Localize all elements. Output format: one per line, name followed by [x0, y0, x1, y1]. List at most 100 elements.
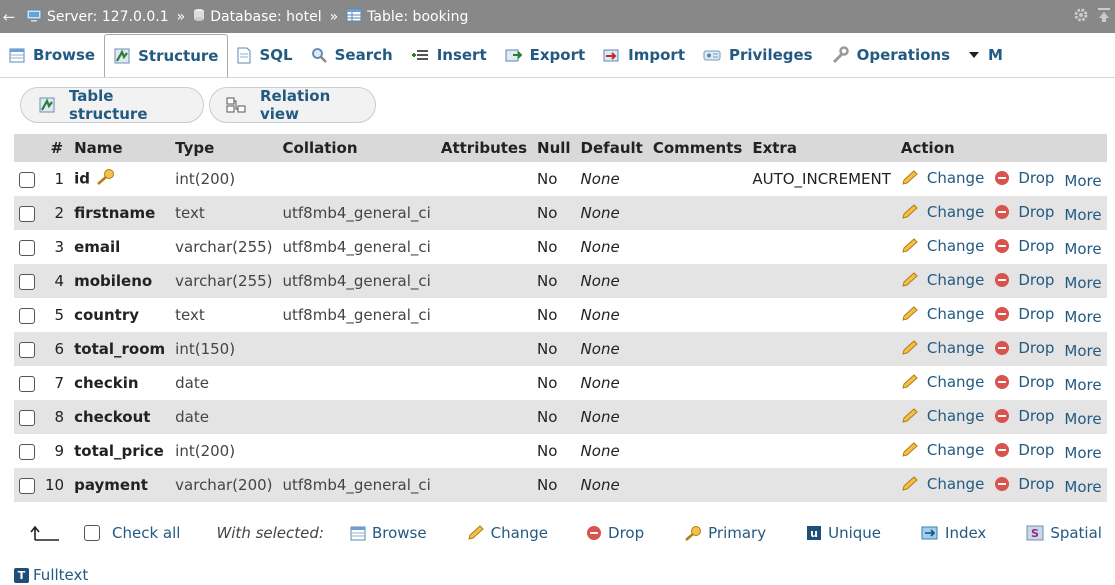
column-name[interactable]: email — [74, 238, 120, 256]
change-button[interactable]: Change — [901, 407, 984, 425]
relation-view-button[interactable]: Relation view — [209, 87, 376, 123]
bulk-unique-label: Unique — [828, 524, 882, 542]
column-default: None — [575, 400, 648, 434]
column-default: None — [575, 366, 648, 400]
header-collation[interactable]: Collation — [277, 134, 436, 162]
drop-button[interactable]: Drop — [994, 407, 1054, 425]
drop-button[interactable]: Drop — [994, 475, 1054, 493]
check-all-checkbox[interactable] — [84, 525, 100, 541]
tab-structure-label: Structure — [138, 47, 219, 65]
drop-button[interactable]: Drop — [994, 169, 1054, 187]
header-number[interactable]: # — [40, 134, 70, 162]
bulk-index-label: Index — [945, 524, 987, 542]
row-checkbox[interactable] — [19, 375, 35, 392]
change-button[interactable]: Change — [901, 441, 984, 459]
row-checkbox[interactable] — [19, 273, 35, 290]
tab-privileges-label: Privileges — [729, 46, 813, 64]
row-checkbox[interactable] — [19, 171, 35, 188]
header-extra[interactable]: Extra — [747, 134, 896, 162]
column-name[interactable]: id — [74, 170, 90, 188]
tab-sql[interactable]: SQL — [228, 33, 301, 77]
more-button[interactable]: More — [1064, 240, 1101, 258]
row-checkbox[interactable] — [19, 205, 35, 222]
tab-privileges[interactable]: Privileges — [694, 33, 822, 77]
more-button[interactable]: More — [1064, 308, 1101, 326]
check-all-link[interactable]: Check all — [112, 524, 180, 542]
row-checkbox[interactable] — [19, 477, 35, 494]
more-button[interactable]: More — [1064, 478, 1101, 496]
row-checkbox[interactable] — [19, 341, 35, 358]
column-name[interactable]: payment — [74, 476, 148, 494]
bulk-unique-button[interactable]: u Unique — [806, 524, 881, 542]
column-name[interactable]: mobileno — [74, 272, 152, 290]
change-button[interactable]: Change — [901, 339, 984, 357]
more-button[interactable]: More — [1064, 410, 1101, 428]
header-default[interactable]: Default — [575, 134, 648, 162]
drop-button[interactable]: Drop — [994, 203, 1054, 221]
header-name[interactable]: Name — [69, 134, 171, 162]
settings-gear-icon[interactable] — [1073, 7, 1089, 27]
header-null[interactable]: Null — [532, 134, 576, 162]
drop-button[interactable]: Drop — [994, 441, 1054, 459]
header-comments[interactable]: Comments — [647, 134, 748, 162]
column-name[interactable]: total_room — [74, 340, 165, 358]
column-name[interactable]: total_price — [74, 442, 164, 460]
table-structure-button[interactable]: Table structure — [20, 87, 204, 123]
row-checkbox[interactable] — [19, 443, 35, 460]
column-name[interactable]: firstname — [74, 204, 155, 222]
bulk-browse-button[interactable]: Browse — [350, 524, 427, 542]
row-checkbox[interactable] — [19, 409, 35, 426]
row-checkbox[interactable] — [19, 307, 35, 324]
collapse-arrow-icon[interactable]: ← — [0, 8, 18, 26]
column-name-cell: email — [69, 230, 171, 264]
column-name[interactable]: checkout — [74, 408, 150, 426]
tab-operations[interactable]: Operations — [822, 33, 959, 77]
change-button[interactable]: Change — [901, 475, 984, 493]
bulk-drop-button[interactable]: Drop — [586, 524, 644, 542]
change-button[interactable]: Change — [901, 237, 984, 255]
tab-browse[interactable]: Browse — [0, 33, 104, 77]
tab-more[interactable]: M — [959, 33, 1012, 77]
column-name-cell: country — [69, 298, 171, 332]
change-button[interactable]: Change — [901, 203, 984, 221]
more-button[interactable]: More — [1064, 444, 1101, 462]
header-type[interactable]: Type — [170, 134, 278, 162]
bulk-fulltext-button[interactable]: T Fulltext — [14, 566, 88, 584]
more-button[interactable]: More — [1064, 206, 1101, 224]
server-icon — [26, 8, 42, 26]
drop-button[interactable]: Drop — [994, 237, 1054, 255]
tab-structure[interactable]: Structure — [104, 34, 229, 77]
bulk-index-button[interactable]: Index — [921, 524, 986, 542]
drop-button[interactable]: Drop — [994, 339, 1054, 357]
more-button[interactable]: More — [1064, 376, 1101, 394]
more-button[interactable]: More — [1064, 342, 1101, 360]
change-button[interactable]: Change — [901, 271, 984, 289]
breadcrumb-table[interactable]: Table: booking — [346, 8, 468, 26]
change-button[interactable]: Change — [901, 305, 984, 323]
column-attributes — [435, 332, 533, 366]
drop-button[interactable]: Drop — [994, 305, 1054, 323]
tab-insert[interactable]: Insert — [402, 33, 496, 77]
column-name[interactable]: checkin — [74, 374, 138, 392]
row-checkbox-cell — [14, 332, 40, 366]
more-button[interactable]: More — [1064, 274, 1101, 292]
tab-search[interactable]: Search — [302, 33, 402, 77]
breadcrumb-database[interactable]: Database: hotel — [193, 8, 322, 26]
drop-button[interactable]: Drop — [994, 373, 1054, 391]
drop-button[interactable]: Drop — [994, 271, 1054, 289]
tab-import[interactable]: Import — [594, 33, 694, 77]
column-name[interactable]: country — [74, 306, 139, 324]
bulk-change-button[interactable]: Change — [467, 524, 548, 542]
collapse-top-icon[interactable] — [1097, 7, 1111, 27]
row-actions: Change Drop More — [895, 264, 1107, 298]
bulk-primary-button[interactable]: Primary — [684, 524, 766, 542]
change-button[interactable]: Change — [901, 169, 984, 187]
row-checkbox[interactable] — [19, 239, 35, 256]
breadcrumb-server[interactable]: Server: 127.0.0.1 — [26, 8, 169, 26]
header-attributes[interactable]: Attributes — [435, 134, 533, 162]
bulk-spatial-button[interactable]: S Spatial — [1026, 524, 1102, 542]
tab-export[interactable]: Export — [496, 33, 595, 77]
row-checkbox-cell — [14, 366, 40, 400]
change-button[interactable]: Change — [901, 373, 984, 391]
more-button[interactable]: More — [1064, 172, 1101, 190]
